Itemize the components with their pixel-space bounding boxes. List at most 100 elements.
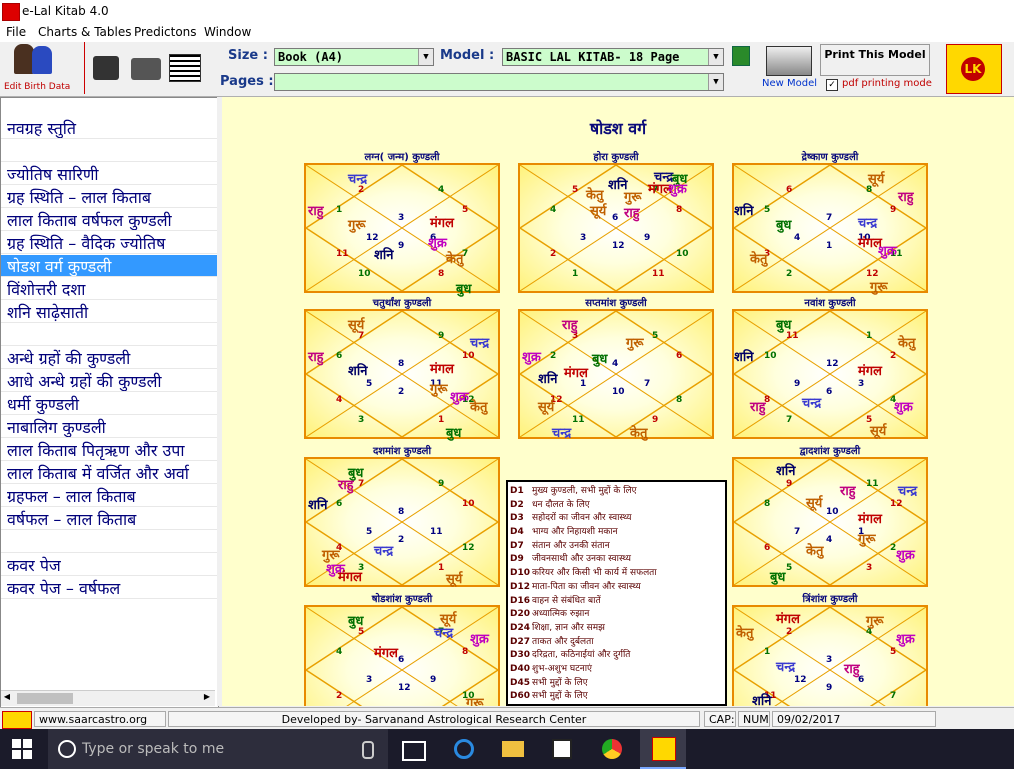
sidebar-item[interactable]: अन्धे ग्रहों की कुण्डली xyxy=(1,347,218,369)
menu-file[interactable]: File xyxy=(6,25,26,39)
kundli-chart[interactable]: 8 7 6 5 4 3 2 1 12 11 10 9 बुध राहु शनि चन्द्र गुरू शुक्र… xyxy=(304,457,500,587)
file-explorer-icon[interactable] xyxy=(502,741,524,757)
house-number: 7 xyxy=(786,415,793,425)
kundli-chart[interactable]: 4 3 2 1 12 11 10 9 8 7 6 5 राहु गुरू शुक्र बुध शनि मंगल सू… xyxy=(518,309,714,441)
sidebar-item[interactable]: वर्षफल – लाल किताब xyxy=(1,508,218,530)
task-view-icon[interactable] xyxy=(402,741,426,761)
kundli-chart[interactable]: 3 2 1 12 11 10 9 8 7 6 5 4 चन्द्र राहु गुरू मंगल शुक्र शन… xyxy=(304,163,500,297)
scroll-right-icon[interactable]: ▶ xyxy=(201,692,213,705)
planet-label: शुक्र xyxy=(470,632,489,647)
house-number: 10 xyxy=(612,387,625,397)
scroll-thumb[interactable] xyxy=(17,693,73,704)
house-number: 6 xyxy=(764,543,771,553)
kundli-chart[interactable]: 654321121110987बुधसूर्यचन्द्रशुक्रमंगलगु… xyxy=(304,605,500,706)
kundli-chart[interactable]: 10 9 8 7 6 5 4 3 2 1 12 11 शनि राहु चन्द्र सूर्य मंगल गुर… xyxy=(732,457,928,587)
sidebar-item[interactable]: ग्रहफल – लाल किताब xyxy=(1,485,218,507)
planet-label: गुरू xyxy=(466,696,484,706)
planet-label: शनि xyxy=(308,498,328,513)
legend-row: D27 ताकत और दुर्बलता xyxy=(510,634,723,648)
legend-code: D3 xyxy=(510,513,524,524)
taskbar-lal-kitab[interactable] xyxy=(640,729,686,769)
sidebar-item[interactable]: कवर पेज xyxy=(1,554,218,576)
lal-kitab-logo[interactable]: LK xyxy=(946,44,1002,94)
kundli-chart[interactable]: 7 6 5 4 3 2 1 12 11 10 9 8 सूर्य राहु शनि बुध चन्द्र मंगल… xyxy=(732,163,928,295)
pages-select[interactable]: ▼ xyxy=(274,73,724,91)
printer-stack-icon[interactable] xyxy=(131,58,161,80)
sidebar-item[interactable]: विंशोत्तरी दशा xyxy=(1,278,218,300)
search-box[interactable]: Type or speak to me xyxy=(48,729,388,769)
house-number: 12 xyxy=(794,675,807,685)
legend-text: धन दौलत के लिए xyxy=(532,499,590,510)
print-model-button[interactable]: Print This Model xyxy=(820,44,930,76)
sidebar-item[interactable]: लाल किताब में वर्जित और अर्वा xyxy=(1,462,218,484)
microphone-icon[interactable] xyxy=(362,741,374,759)
sidebar-item[interactable]: ग्रह स्थिति – लाल किताब xyxy=(1,186,218,208)
sidebar-item[interactable]: लाल किताब पितृऋण और उपा xyxy=(1,439,218,461)
house-number: 9 xyxy=(398,241,405,251)
windows-start-icon[interactable] xyxy=(12,739,32,759)
kundli-chart[interactable]: 321121110987654मंगलगुरूकेतुशुक्रचन्द्ररा… xyxy=(732,605,928,706)
house-number: 12 xyxy=(612,241,625,251)
chevron-down-icon[interactable]: ▼ xyxy=(418,49,433,65)
sidebar-item[interactable] xyxy=(1,531,218,553)
legend-text: भाग्य और निहायशी मकान xyxy=(532,527,618,538)
house-number: 9 xyxy=(652,415,659,425)
house-number: 8 xyxy=(764,499,771,509)
house-number: 6 xyxy=(676,351,683,361)
list-icon[interactable] xyxy=(169,54,201,82)
sidebar-item[interactable] xyxy=(1,140,218,162)
scroll-left-icon[interactable]: ◀ xyxy=(1,692,13,705)
model-select[interactable]: BASIC LAL KITAB- 18 Page ▼ xyxy=(502,48,724,66)
kundli-chart[interactable]: 12 11 10 9 8 7 6 5 4 3 2 1 बुध केतु शनि मंगल राहु चन्द्र श… xyxy=(732,309,928,439)
sidebar-item[interactable]: कवर पेज – वर्षफल xyxy=(1,577,218,599)
chevron-down-icon[interactable]: ▼ xyxy=(708,49,723,65)
menu-window[interactable]: Window xyxy=(204,25,251,39)
house-number: 1 xyxy=(764,647,771,657)
legend-row: D30 दरिद्रता, कठिनाईयां और दुर्गति xyxy=(510,647,723,661)
sidebar-item[interactable]: आधे अन्धे ग्रहों की कुण्डली xyxy=(1,370,218,392)
house-number: 10 xyxy=(764,351,777,361)
house-number: 4 xyxy=(550,205,557,215)
sidebar-item[interactable] xyxy=(1,324,218,346)
chrome-icon[interactable] xyxy=(602,739,622,759)
sidebar-item[interactable]: धर्मी कुण्डली xyxy=(1,393,218,415)
planet-label: राहु xyxy=(844,662,860,677)
house-number: 5 xyxy=(652,331,659,341)
menu-charts-tables[interactable]: Charts & Tables xyxy=(38,25,132,39)
menu-predictons[interactable]: Predictons xyxy=(134,25,197,39)
size-select[interactable]: Book (A4) ▼ xyxy=(274,48,434,66)
sidebar-item[interactable]: ज्योतिष सारिणी xyxy=(1,163,218,185)
house-number: 6 xyxy=(336,499,343,509)
new-model-button[interactable]: New Model xyxy=(762,44,818,92)
legend-row: D45 सभी मुद्दों के लिए xyxy=(510,675,723,689)
house-number: 9 xyxy=(438,479,445,489)
kundli-chart[interactable]: 8 7 6 5 4 3 2 1 12 11 10 9 सूर्य चन्द्र राहु शनि मंगल गुर… xyxy=(304,309,500,441)
refresh-icon[interactable] xyxy=(732,46,750,66)
kundli-chart[interactable]: 6 5 4 3 2 1 12 11 10 9 8 7 शनि चन्द्र बुध केतु गुरू सूर्य… xyxy=(518,163,714,293)
house-number: 9 xyxy=(786,479,793,489)
sidebar-item[interactable]: ग्रह स्थिति – वैदिक ज्योतिष xyxy=(1,232,218,254)
sidebar-item[interactable]: शनि साढ़ेसाती xyxy=(1,301,218,323)
pdf-mode-checkbox[interactable]: ✓ xyxy=(826,79,838,91)
chevron-down-icon[interactable]: ▼ xyxy=(708,74,723,90)
printer-icon[interactable] xyxy=(93,56,119,80)
chart-grid xyxy=(306,311,498,437)
legend-code: D16 xyxy=(510,595,530,606)
sidebar-item[interactable]: नाबालिग कुण्डली xyxy=(1,416,218,438)
planet-label: केतु xyxy=(806,544,824,559)
edit-birth-data-button[interactable]: Edit Birth Data xyxy=(2,42,82,94)
sidebar-item[interactable]: षोडश वर्ग कुण्डली xyxy=(1,255,218,277)
legend-code: D12 xyxy=(510,581,530,592)
sidebar-horizontal-scrollbar[interactable]: ◀ ▶ xyxy=(1,690,215,706)
legend-text: करियर और किसी भी कार्य में सफलता xyxy=(532,568,657,579)
house-number: 9 xyxy=(890,205,897,215)
sidebar-item[interactable]: नवग्रह स्तुति xyxy=(1,117,218,139)
sidebar-item[interactable]: लाल किताब वर्षफल कुण्डली xyxy=(1,209,218,231)
legend-text: संतान और उनकी संतान xyxy=(532,540,610,551)
legend-row: D24 शिक्षा, ज्ञान और समझ xyxy=(510,620,723,634)
planet-label: राहु xyxy=(562,318,578,333)
house-number: 9 xyxy=(430,675,437,685)
people-icon xyxy=(14,44,34,74)
store-icon[interactable] xyxy=(552,739,572,759)
edge-icon[interactable] xyxy=(454,739,474,759)
